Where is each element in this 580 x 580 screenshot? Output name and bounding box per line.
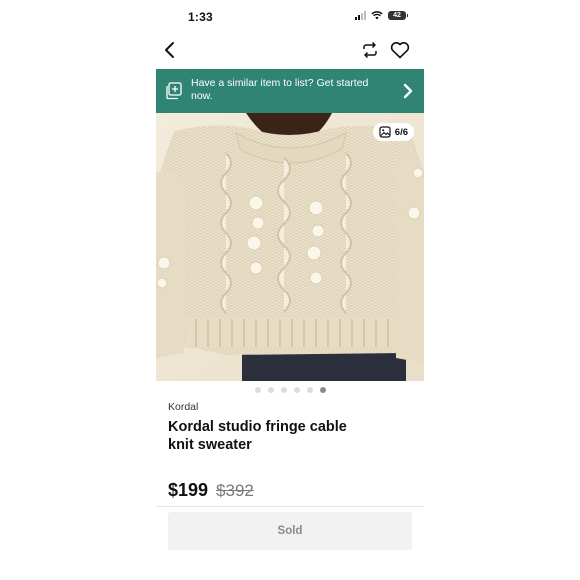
current-price: $199 <box>168 480 209 500</box>
chevron-right-icon <box>403 83 413 99</box>
heart-icon <box>390 42 410 59</box>
product-title: Kordal studio fringe cable knit sweater <box>168 419 347 453</box>
banner-text: Have a similar item to list? Get started… <box>191 77 369 102</box>
list-item-icon <box>166 82 182 100</box>
back-arrow-icon <box>165 42 174 58</box>
status-icons: 42 <box>355 11 408 20</box>
pagination-dot[interactable] <box>280 387 287 393</box>
pagination-dot[interactable] <box>306 387 313 393</box>
original-price: $392 <box>216 481 254 500</box>
share-button[interactable] <box>358 38 382 62</box>
photo-counter: 6/6 <box>372 123 414 141</box>
sold-button[interactable]: Sold <box>168 512 412 550</box>
like-button[interactable] <box>388 38 412 62</box>
app-screen: 1:33 42 Have a similar item to list? Get… <box>156 0 424 580</box>
photo-counter-text: 6/6 <box>394 126 408 138</box>
status-time: 1:33 <box>188 10 213 24</box>
pagination-dot[interactable] <box>254 387 261 393</box>
gallery-icon <box>379 126 391 138</box>
sweater-photo <box>156 113 424 381</box>
back-button[interactable] <box>158 38 182 62</box>
cellular-signal-icon <box>355 11 366 20</box>
battery-icon: 42 <box>388 11 408 20</box>
share-repost-icon <box>363 41 377 59</box>
divider <box>156 506 424 507</box>
list-similar-banner[interactable]: Have a similar item to list? Get started… <box>156 69 424 113</box>
product-photo[interactable]: 6/6 <box>156 113 424 381</box>
status-bar: 1:33 42 <box>156 0 424 34</box>
price-row: $199 $392 <box>168 480 254 501</box>
gallery-pagination <box>156 387 424 393</box>
pagination-dot[interactable] <box>267 387 274 393</box>
wifi-icon <box>371 11 383 20</box>
brand-name[interactable]: Kordal <box>168 401 198 413</box>
pagination-dot[interactable] <box>293 387 300 393</box>
pagination-dot-active[interactable] <box>319 387 326 393</box>
top-nav <box>156 38 424 64</box>
